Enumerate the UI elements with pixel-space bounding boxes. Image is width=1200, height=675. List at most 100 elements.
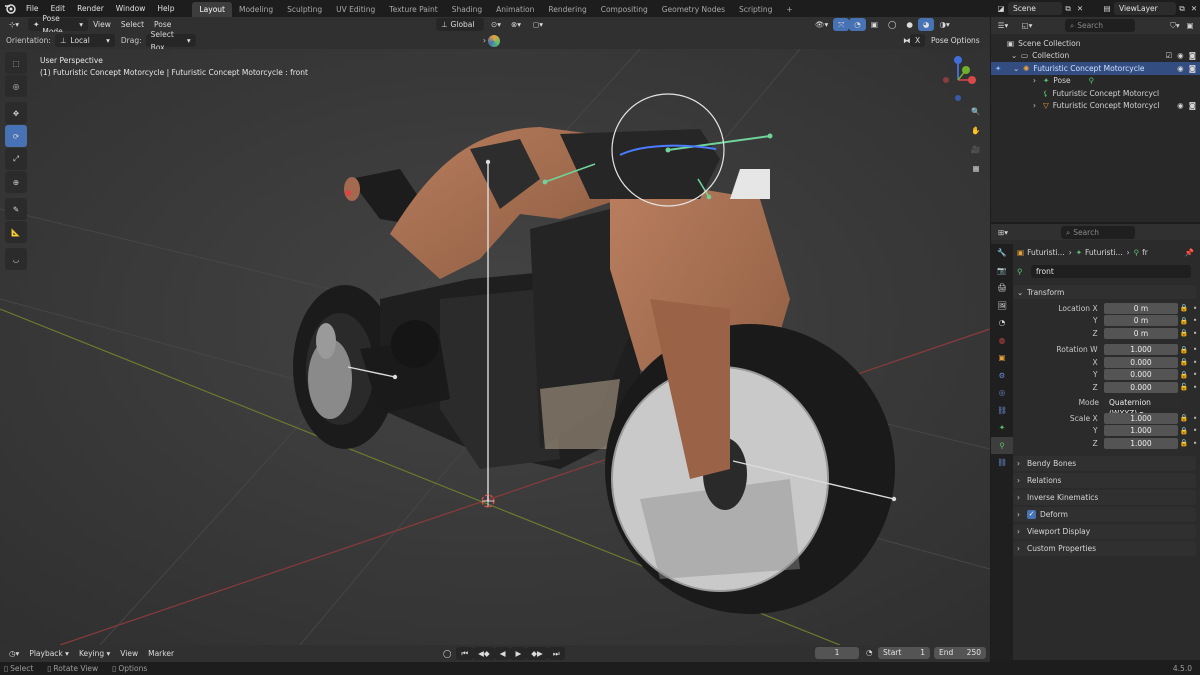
eye-icon[interactable]: ◉ — [1177, 51, 1184, 60]
camera-icon[interactable]: ◙ — [1189, 64, 1196, 73]
lock-icon[interactable]: 🔒 — [1178, 439, 1190, 447]
current-frame-field[interactable]: 1 — [815, 647, 859, 659]
play-icon[interactable]: ▶ — [510, 647, 527, 660]
overlay-icon[interactable]: ◔ — [849, 18, 866, 31]
armature-data-tab-icon[interactable]: ✦ — [991, 419, 1013, 437]
bone-tab-icon[interactable]: ⚲ — [991, 436, 1013, 454]
tab-texture-paint[interactable]: Texture Paint — [382, 2, 444, 17]
keyframe-dot-icon[interactable]: • — [1190, 426, 1200, 435]
new-view-layer-icon[interactable]: ⧉ — [1176, 4, 1188, 14]
render-tab-icon[interactable]: 📷 — [991, 262, 1013, 280]
transform-orientation-selector[interactable]: ⊥ Global — [436, 18, 484, 31]
deform-checkbox[interactable]: ✓ — [1027, 509, 1036, 519]
checkbox-icon[interactable]: ☑ — [1165, 51, 1172, 60]
rotate-tool-icon[interactable]: ⟳ — [5, 125, 27, 147]
jump-end-icon[interactable]: ⏭ — [547, 647, 565, 660]
menu-keying[interactable]: Keying ▾ — [74, 647, 115, 660]
rotation-w-field[interactable]: 1.000 — [1103, 344, 1179, 356]
keyframe-dot-icon[interactable]: • — [1190, 358, 1200, 367]
transform-tool-icon[interactable]: ⊕ — [5, 171, 27, 193]
modifiers-tab-icon[interactable]: ⚙ — [991, 367, 1013, 385]
bone-constraints-tab-icon[interactable]: ⛓ — [991, 454, 1013, 472]
bone-data-icon[interactable]: ⚲ — [1089, 76, 1095, 85]
keyframe-dot-icon[interactable]: • — [1190, 345, 1200, 354]
tool-tab-icon[interactable]: 🔧 — [991, 244, 1013, 262]
jump-keyframe-forward-icon[interactable]: ◆▶ — [526, 647, 548, 660]
rotation-y-field[interactable]: 0.000 — [1103, 369, 1179, 381]
location-y-field[interactable]: 0 m — [1103, 315, 1179, 327]
delete-view-layer-icon[interactable]: ✕ — [1188, 4, 1200, 13]
menu-window[interactable]: Window — [110, 0, 152, 17]
tab-compositing[interactable]: Compositing — [594, 2, 655, 17]
select-box-tool-icon[interactable]: ⬚ — [5, 52, 27, 74]
menu-timeline-view[interactable]: View — [115, 647, 143, 660]
proportional-edit-icon[interactable]: ◻▾ — [528, 18, 548, 31]
new-collection-icon[interactable]: ▣ — [1182, 21, 1198, 30]
tab-scripting[interactable]: Scripting — [732, 2, 779, 17]
shading-rendered-icon[interactable]: ◑▾ — [934, 18, 954, 31]
tab-rendering[interactable]: Rendering — [541, 2, 593, 17]
tab-sculpting[interactable]: Sculpting — [280, 2, 329, 17]
scale-tool-icon[interactable]: ⤢ — [5, 148, 27, 170]
object-tab-icon[interactable]: ▣ — [991, 349, 1013, 367]
outliner-item-motorcycle[interactable]: ✦ ⌄ ✺ Futuristic Concept Motorcycle ◉ ◙ — [991, 62, 1200, 75]
deform-panel-header[interactable]: › ✓ Deform — [1013, 506, 1196, 522]
outliner-search[interactable]: ⌕ Search — [1065, 19, 1135, 32]
auto-keying-icon[interactable]: ◯ — [438, 647, 456, 660]
location-x-field[interactable]: 0 m — [1103, 302, 1179, 314]
custom-properties-panel-header[interactable]: › Custom Properties — [1013, 540, 1196, 556]
pose-options-dropdown[interactable]: Pose Options ▾ — [926, 34, 990, 58]
output-tab-icon[interactable]: 🖨 — [991, 279, 1013, 297]
rotation-x-field[interactable]: 0.000 — [1103, 356, 1179, 368]
eye-icon[interactable]: ◉ — [1177, 64, 1184, 73]
keyframe-dot-icon[interactable]: • — [1190, 370, 1200, 379]
keyframe-dot-icon[interactable]: • — [1190, 316, 1200, 325]
play-reverse-icon[interactable]: ◀ — [494, 647, 511, 660]
menu-select[interactable]: Select — [116, 18, 149, 31]
keyframe-dot-icon[interactable]: • — [1190, 329, 1200, 338]
pan-hand-icon[interactable]: ✋ — [968, 126, 984, 145]
menu-marker[interactable]: Marker — [143, 647, 179, 660]
mode-selector[interactable]: ✦ Pose Mode ▾ — [28, 14, 89, 36]
camera-icon[interactable]: ◙ — [1189, 101, 1196, 110]
lock-icon[interactable]: 🔒 — [1178, 346, 1190, 354]
lock-icon[interactable]: 🔒 — [1178, 304, 1190, 312]
keyframe-dot-icon[interactable]: • — [1190, 439, 1200, 448]
shading-solid-icon[interactable]: ● — [901, 18, 918, 31]
world-tab-icon[interactable]: ◍ — [991, 332, 1013, 350]
lock-icon[interactable]: 🔒 — [1178, 427, 1190, 435]
orientation-dropdown[interactable]: ⊥ Local ▾ — [54, 34, 115, 47]
lock-icon[interactable]: 🔒 — [1178, 317, 1190, 325]
end-frame-field[interactable]: End 250 — [934, 647, 986, 659]
rotation-mode-dropdown[interactable]: Quaternion (WXYZ) ▾ — [1105, 397, 1181, 418]
object-constraints-tab-icon[interactable]: ⛓ — [991, 402, 1013, 420]
eye-icon[interactable]: ◉ — [1177, 101, 1184, 110]
lock-icon[interactable]: 🔒 — [1178, 414, 1190, 422]
lock-icon[interactable]: 🔒 — [1178, 358, 1190, 366]
use-preview-range-icon[interactable]: ◔ — [866, 648, 873, 657]
lock-icon[interactable]: 🔒 — [1178, 371, 1190, 379]
new-scene-icon[interactable]: ⧉ — [1062, 4, 1074, 14]
keyframe-dot-icon[interactable]: • — [1190, 383, 1200, 392]
menu-playback[interactable]: Playback ▾ — [24, 647, 74, 660]
visibility-icon[interactable]: 👁▾ — [810, 18, 833, 31]
tab-modeling[interactable]: Modeling — [232, 2, 280, 17]
tab-geometry-nodes[interactable]: Geometry Nodes — [655, 2, 732, 17]
scene-tab-icon[interactable]: ◔ — [991, 314, 1013, 332]
scale-x-field[interactable]: 1.000 — [1103, 412, 1179, 424]
outliner-item-pose[interactable]: › ✦ Pose ⚲ — [991, 75, 1200, 88]
menu-view[interactable]: View — [88, 18, 116, 31]
outliner-editor-icon[interactable]: ☰▾ — [991, 21, 1015, 30]
shading-wireframe-icon[interactable]: ◯ — [883, 18, 901, 31]
lock-4d-icon[interactable]: 🔓 — [1178, 383, 1190, 391]
camera-view-icon[interactable]: 🎥 — [968, 145, 984, 164]
jump-start-icon[interactable]: ⏮ — [456, 647, 474, 660]
active-tool-icon[interactable] — [488, 34, 500, 47]
keyframe-dot-icon[interactable]: • — [1190, 304, 1200, 313]
editor-type-icon[interactable]: ⊹▾ — [4, 18, 24, 31]
tab-shading[interactable]: Shading — [445, 2, 489, 17]
rotation-z-field[interactable]: 0.000 — [1103, 381, 1179, 393]
add-workspace-icon[interactable]: + — [779, 2, 799, 17]
shading-material-icon[interactable]: ◕ — [917, 18, 935, 31]
tab-uv-editing[interactable]: UV Editing — [329, 2, 382, 17]
